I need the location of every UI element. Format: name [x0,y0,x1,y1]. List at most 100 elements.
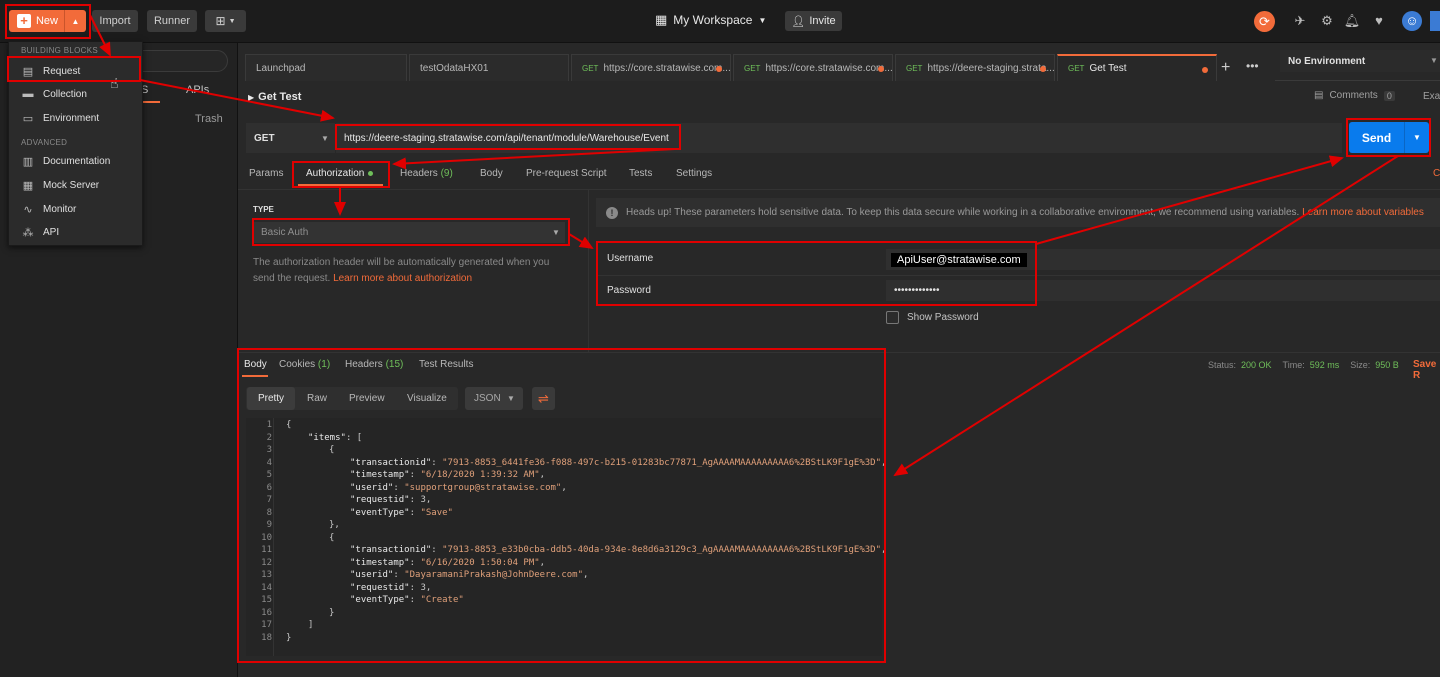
menu-item-request[interactable]: ▤ Request [11,60,141,82]
comment-icon: ▤ [1314,90,1324,101]
tab-get-test[interactable]: GET Get Test [1057,54,1217,81]
send-button[interactable]: Send ▼ [1349,122,1429,153]
chevron-down-icon[interactable]: ▼ [1404,122,1429,153]
settings-icon[interactable]: ⚙ [1318,12,1336,30]
response-tab-test-results[interactable]: Test Results [419,359,473,370]
username-input[interactable]: ApiUser@stratawise.com [886,249,1440,270]
username-value: ApiUser@stratawise.com [891,252,1027,267]
avatar[interactable]: ☺ [1402,11,1422,31]
wrap-lines-icon[interactable]: ⇌ [532,387,555,410]
trash-link[interactable]: Trash [195,113,223,125]
workspace-label: My Workspace [673,13,753,27]
tab-body[interactable]: Body [480,168,503,179]
tab-label: https://core.stratawise.com... [603,62,731,74]
tab-core-stratawise-2[interactable]: GET https://core.stratawise.com... [733,54,893,81]
tab-label: Launchpad [256,62,306,74]
tab-authorization[interactable]: Authorization [306,168,374,179]
show-password-label: Show Password [907,312,979,323]
json-value: "supportgroup@stratawise.com" [404,483,562,493]
tab-tests[interactable]: Tests [629,168,652,179]
code-gutter-divider [273,418,274,656]
more-tabs-icon[interactable]: ••• [1246,59,1259,73]
info-icon: ! [606,206,618,219]
url-input[interactable]: https://deere-staging.stratawise.com/api… [336,123,1342,153]
heart-icon[interactable]: ♥ [1370,12,1388,30]
unsaved-dot-icon [1202,67,1208,73]
size-label: Size: [1350,360,1371,370]
view-pretty-button[interactable]: Pretty [247,387,295,410]
tab-settings[interactable]: Settings [676,168,712,179]
learn-more-variables-link[interactable]: Learn more about variables [1302,207,1424,218]
response-tab-body[interactable]: Body [244,359,267,370]
json-value: "Save" [420,508,453,518]
menu-section-building-blocks: BUILDING BLOCKS [21,46,98,55]
tab-pre-request-script[interactable]: Pre-request Script [526,168,607,179]
time-value[interactable]: 592 ms [1310,360,1340,370]
bell-icon[interactable]: 🔔︎ [1343,12,1361,30]
sidebar-tab-apis[interactable]: APIs [186,84,209,96]
menu-item-api[interactable]: ⁂ API [11,221,141,243]
learn-more-auth-link[interactable]: Learn more about authorization [333,273,472,284]
menu-item-label: Environment [43,112,100,124]
menu-item-label: API [43,226,60,238]
divider [596,275,1440,276]
cookies-link[interactable]: C [1433,168,1440,179]
view-visualize-button[interactable]: Visualize [407,387,447,410]
response-body-code[interactable]: 1 2 3 4 5 6 7 8 9 10 11 12 13 14 15 16 1… [246,418,886,656]
tab-deere-staging[interactable]: GET https://deere-staging.strata... [895,54,1055,81]
view-preview-button[interactable]: Preview [349,387,385,410]
new-dropdown-menu: BUILDING BLOCKS ▤ Request ▬ Collection ▭… [8,41,143,246]
divider [238,189,1440,190]
environment-select[interactable]: No Environment [1280,50,1440,72]
code-line: } [329,608,335,618]
tab-core-stratawise-1[interactable]: GET https://core.stratawise.com... [571,54,731,81]
password-input[interactable]: ••••••••••••• [886,280,1440,301]
tab-method: GET [582,63,599,73]
menu-item-collection[interactable]: ▬ Collection [11,83,141,105]
tab-params[interactable]: Params [249,168,283,179]
document-icon: ▥ [22,155,34,168]
add-tab-button[interactable]: + [1221,59,1230,77]
folder-icon: ▬ [22,88,34,100]
menu-item-environment[interactable]: ▭ Environment [11,107,141,129]
line-number: 14 [261,583,272,593]
line-number: 5 [266,470,272,480]
line-number: 8 [266,508,272,518]
tab-headers[interactable]: Headers (9) [400,168,453,179]
satellite-icon[interactable]: ✈ [1291,12,1309,30]
menu-item-monitor[interactable]: ∿ Monitor [11,198,141,220]
new-window-button[interactable]: ⊞ ▼ [205,10,246,32]
tab-testodatahx01[interactable]: testOdataHX01 [409,54,569,81]
view-raw-button[interactable]: Raw [307,387,327,410]
size-value[interactable]: 950 B [1375,360,1399,370]
workspace-switcher[interactable]: ▦ My Workspace ▼ [655,12,766,28]
caret-up-icon[interactable]: ▲ [64,10,86,32]
show-password-checkbox[interactable]: Show Password [886,311,979,324]
response-tab-headers[interactable]: Headers (15) [345,359,403,370]
code-line: "timestamp": "6/16/2020 1:50:04 PM", [350,558,546,568]
examples-button[interactable]: Exa [1423,91,1440,102]
runner-button[interactable]: Runner [147,10,197,32]
checkbox-icon[interactable] [886,311,899,324]
new-button[interactable]: + New ▲ [9,10,86,32]
mouse-pointer-icon: ☝ [110,75,119,91]
heads-up-message: Heads up! These parameters hold sensitiv… [626,207,1303,218]
menu-item-mock-server[interactable]: ▦ Mock Server [11,174,141,196]
code-line: ] [308,620,314,630]
code-line: { [329,445,335,455]
invite-button[interactable]: 👤︎ Invite [785,11,842,31]
status-value[interactable]: 200 OK [1241,360,1272,370]
save-response-button[interactable]: Save R [1413,359,1440,381]
tab-active-indicator [298,184,383,186]
comments-button[interactable]: ▤ Comments 0 [1314,90,1395,101]
tab-launchpad[interactable]: Launchpad [245,54,407,81]
sync-icon[interactable]: ⟳ [1254,11,1275,32]
add-window-icon: ⊞ [215,14,226,28]
auth-type-label: TYPE [253,205,274,214]
menu-item-documentation[interactable]: ▥ Documentation [11,150,141,172]
line-number: 3 [266,445,272,455]
response-tab-cookies[interactable]: Cookies (1) [279,359,330,370]
auth-type-select[interactable]: Basic Auth [253,222,565,243]
api-icon: ⁂ [22,226,34,239]
import-button[interactable]: Import [92,10,138,32]
